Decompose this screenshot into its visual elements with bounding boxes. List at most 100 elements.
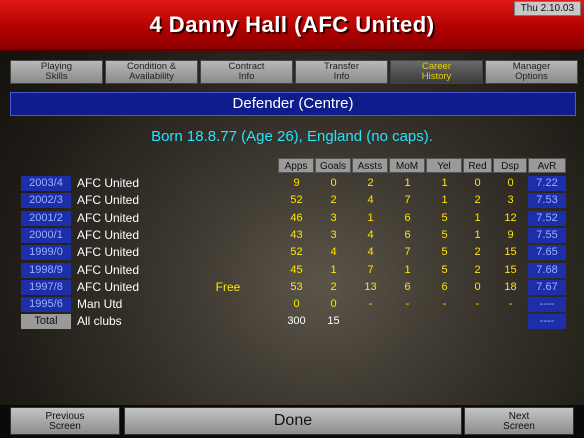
next-screen-button[interactable]: Next Screen bbox=[464, 407, 574, 435]
col-red[interactable]: Red bbox=[463, 158, 492, 173]
stat-cell: 5 bbox=[441, 212, 448, 224]
stat-cell: 46 bbox=[290, 212, 303, 224]
stat-cell: 5 bbox=[441, 246, 448, 258]
done-button[interactable]: Done bbox=[124, 407, 462, 435]
club-cell[interactable]: AFC United bbox=[77, 245, 139, 260]
stat-cell: 7 bbox=[404, 246, 411, 258]
player-title: 4 Danny Hall (AFC United) bbox=[149, 12, 435, 37]
col-goals[interactable]: Goals bbox=[315, 158, 351, 173]
stat-cell: - bbox=[442, 298, 447, 310]
season-cell[interactable]: 1998/9 bbox=[21, 263, 71, 278]
stat-cell: 15 bbox=[504, 264, 517, 276]
stat-cell: - bbox=[475, 298, 480, 310]
stat-cell: 1 bbox=[404, 177, 411, 189]
stat-cell: 7 bbox=[404, 194, 411, 206]
fee-cell: Free bbox=[215, 280, 241, 294]
tab-condition-availability[interactable]: Condition & Availability bbox=[105, 60, 198, 84]
club-cell[interactable]: AFC United bbox=[77, 193, 139, 208]
title-bar: 4 Danny Hall (AFC United) Thu 2.10.03 bbox=[0, 0, 584, 51]
stat-cell: 1 bbox=[441, 194, 448, 206]
season-cell[interactable]: 2002/3 bbox=[21, 193, 71, 208]
col-avr[interactable]: AvR bbox=[528, 158, 566, 173]
club-cell[interactable]: AFC United bbox=[77, 176, 139, 191]
stat-cell: 0 bbox=[330, 177, 337, 189]
stat-cell: 1 bbox=[441, 177, 448, 189]
game-date: Thu 2.10.03 bbox=[513, 1, 581, 16]
stat-cell: 45 bbox=[290, 264, 303, 276]
stat-cell: 4 bbox=[367, 246, 374, 258]
birth-info: Born 18.8.77 (Age 26), England (no caps)… bbox=[151, 128, 433, 145]
tab-contract-info[interactable]: Contract Info bbox=[200, 60, 293, 84]
season-cell[interactable]: 1995/6 bbox=[21, 297, 71, 312]
stat-cell: 7 bbox=[367, 264, 374, 276]
stat-cell: 6 bbox=[404, 212, 411, 224]
stat-cell: 1 bbox=[367, 212, 374, 224]
season-cell[interactable]: 2001/2 bbox=[21, 211, 71, 226]
tab-label: Career History bbox=[421, 61, 452, 82]
stat-cell: 0 bbox=[330, 298, 337, 310]
avr-cell: 7.55 bbox=[528, 228, 566, 243]
avr-cell: 7.67 bbox=[528, 280, 566, 295]
club-cell[interactable]: AFC United bbox=[77, 280, 139, 295]
stat-cell: 43 bbox=[290, 229, 303, 241]
tab-label: Manager Options bbox=[512, 61, 551, 82]
tab-label: Playing Skills bbox=[40, 61, 73, 82]
button-label: Previous Screen bbox=[45, 411, 85, 432]
stat-cell: 9 bbox=[507, 229, 514, 241]
stat-cell: - bbox=[368, 298, 373, 310]
stat-cell: 5 bbox=[441, 264, 448, 276]
stat-cell: 3 bbox=[507, 194, 514, 206]
club-cell[interactable]: Man Utd bbox=[77, 297, 122, 312]
stat-cell: 18 bbox=[504, 281, 517, 293]
club-cell[interactable]: AFC United bbox=[77, 228, 139, 243]
stat-cell: - bbox=[508, 298, 513, 310]
season-cell[interactable]: 1997/8 bbox=[21, 280, 71, 295]
tab-manager-options[interactable]: Manager Options bbox=[485, 60, 578, 84]
avr-cell: 7.65 bbox=[528, 245, 566, 260]
stat-cell: 6 bbox=[404, 281, 411, 293]
stat-cell: 1 bbox=[404, 264, 411, 276]
season-cell[interactable]: 1999/0 bbox=[21, 245, 71, 260]
total-avr: ---- bbox=[528, 314, 566, 329]
stat-cell: 4 bbox=[367, 229, 374, 241]
club-cell[interactable]: AFC United bbox=[77, 263, 139, 278]
col-mom[interactable]: MoM bbox=[389, 158, 425, 173]
stat-cell: 0 bbox=[474, 177, 481, 189]
tab-label: Condition & Availability bbox=[126, 61, 177, 82]
stat-cell: 0 bbox=[507, 177, 514, 189]
stat-cell: 52 bbox=[290, 194, 303, 206]
stat-cell: 5 bbox=[441, 229, 448, 241]
stat-cell: 0 bbox=[474, 281, 481, 293]
tab-transfer-info[interactable]: Transfer Info bbox=[295, 60, 388, 84]
club-cell[interactable]: AFC United bbox=[77, 211, 139, 226]
position-bar: Defender (Centre) bbox=[10, 92, 576, 116]
stat-cell: 2 bbox=[474, 264, 481, 276]
tab-playing-skills[interactable]: Playing Skills bbox=[10, 60, 103, 84]
col-apps[interactable]: Apps bbox=[278, 158, 314, 173]
stat-cell: 2 bbox=[367, 177, 374, 189]
total-club: All clubs bbox=[77, 314, 122, 328]
season-cell[interactable]: 2003/4 bbox=[21, 176, 71, 191]
stat-cell: 6 bbox=[441, 281, 448, 293]
stat-cell: 2 bbox=[474, 194, 481, 206]
stat-cell: 1 bbox=[474, 229, 481, 241]
col-yel[interactable]: Yel bbox=[426, 158, 462, 173]
stat-cell: 2 bbox=[474, 246, 481, 258]
stat-cell: 1 bbox=[330, 264, 337, 276]
avr-cell: 7.68 bbox=[528, 263, 566, 278]
col-dsp[interactable]: Dsp bbox=[493, 158, 527, 173]
total-label: Total bbox=[21, 314, 71, 329]
stat-cell: - bbox=[405, 298, 410, 310]
stat-cell: 4 bbox=[367, 194, 374, 206]
previous-screen-button[interactable]: Previous Screen bbox=[10, 407, 120, 435]
season-cell[interactable]: 2000/1 bbox=[21, 228, 71, 243]
stat-cell: 1 bbox=[474, 212, 481, 224]
button-label: Next Screen bbox=[503, 411, 535, 432]
stat-cell: 52 bbox=[290, 246, 303, 258]
stat-cell: 15 bbox=[504, 246, 517, 258]
tab-career-history[interactable]: Career History bbox=[390, 60, 483, 84]
stat-cell: 0 bbox=[293, 298, 300, 310]
tab-bar: Playing Skills Condition & Availability … bbox=[10, 60, 578, 86]
stat-cell: 53 bbox=[290, 281, 303, 293]
col-assts[interactable]: Assts bbox=[352, 158, 388, 173]
